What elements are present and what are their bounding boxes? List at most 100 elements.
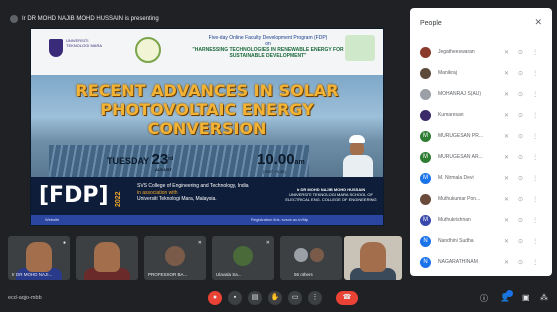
participant-row[interactable]: M M. Nirmala Devi ✕ ⊙ ⋮ [416, 168, 546, 188]
more-icon[interactable]: ⋮ [532, 112, 538, 119]
seal-icon [135, 37, 161, 63]
presenter-school: UNIVERSITI TEKNOLOGI MARA SCHOOL OF ELEC… [285, 192, 377, 202]
presenting-text: Ir DR MOHD NAJIB MOHD HUSSAIN is present… [22, 16, 159, 22]
event-day: TUESDAY [107, 156, 150, 166]
event-month: AUGUST [155, 167, 172, 172]
college-seal-logo [135, 35, 175, 65]
participant-row[interactable]: M MURUGESAN AR... ✕ ⊙ ⋮ [416, 147, 546, 167]
slide-header: UNIVERSITI TEKNOLOGI MARA Five-day Onlin… [31, 29, 383, 75]
participant-row[interactable]: Manikraj ✕ ⊙ ⋮ [416, 63, 546, 83]
chat-icon[interactable]: ▣ [522, 293, 530, 302]
activities-icon[interactable]: ⁂ [540, 293, 548, 302]
end-call-button[interactable]: ☎ [336, 291, 358, 305]
participant-tile[interactable] [344, 236, 402, 280]
pin-icon[interactable]: ⊙ [518, 175, 523, 182]
pin-icon[interactable]: ⊙ [518, 196, 523, 203]
participant-row[interactable]: Jegatheeswaran ✕ ⊙ ⋮ [416, 42, 546, 62]
program-heading: Five-day Online Faculty Development Prog… [183, 35, 353, 59]
mic-icon: ● [62, 240, 66, 246]
avatar: N [420, 235, 431, 247]
mic-toggle-button[interactable]: ● [208, 291, 222, 305]
shared-slide: UNIVERSITI TEKNOLOGI MARA Five-day Onlin… [30, 28, 384, 226]
meeting-controls-bar: ecd-aqjo-mbb ● ▪ ▤ ✋ ▭ ⋮ ☎ ⓘ 👤 ▣ ⁂ [0, 286, 557, 312]
event-date-suffix: rd [168, 156, 174, 162]
event-timezone: (GMT +5.30) [263, 169, 286, 174]
participant-tile[interactable]: ● Ir DR MOHD NAJI... [8, 236, 70, 280]
participant-tile[interactable] [76, 236, 138, 280]
mic-off-icon: ✕ [504, 175, 510, 182]
avatar [420, 46, 431, 58]
participant-row[interactable]: Kumaresan ✕ ⊙ ⋮ [416, 105, 546, 125]
fdp-tag: [FDP] [39, 183, 109, 208]
participant-row[interactable]: M MURUGESAN PR... ✕ ⊙ ⋮ [416, 126, 546, 146]
meeting-code: ecd-aqjo-mbb [8, 295, 42, 301]
presenting-banner: Ir DR MOHD NAJIB MOHD HUSSAIN is present… [10, 12, 402, 26]
participant-name: NAGARATHINAM [438, 259, 478, 265]
mic-off-icon: ✕ [504, 49, 510, 56]
pin-icon[interactable]: ⊙ [518, 238, 523, 245]
pin-icon[interactable]: ⊙ [518, 70, 523, 77]
captions-button[interactable]: ▤ [248, 291, 262, 305]
pin-icon[interactable]: ⊙ [518, 259, 523, 266]
participant-name: Nandhini Sudha [438, 238, 474, 244]
others-count: 56 others [294, 272, 313, 277]
participant-tile[interactable]: ✕ PROFESSOR BA... [144, 236, 206, 280]
others-tile[interactable]: 56 others [280, 236, 342, 280]
participant-name: M. Nirmala Devi [438, 175, 474, 181]
participant-name: Jegatheeswaran [438, 49, 475, 55]
camera-toggle-button[interactable]: ▪ [228, 291, 242, 305]
participant-row[interactable]: M Muthukrishnan ✕ ⊙ ⋮ [416, 210, 546, 230]
close-icon[interactable]: ✕ [534, 17, 542, 28]
avatar [420, 109, 431, 121]
tile-name: Ulavala Sa... [216, 272, 242, 277]
participant-name: Kumaresan [438, 112, 464, 118]
footer-registration: Registration link: svsce.ac.in/fdp [251, 217, 309, 222]
mic-off-icon: ✕ [504, 154, 510, 161]
info-icon[interactable]: ⓘ [480, 293, 488, 304]
more-icon[interactable]: ⋮ [532, 133, 538, 140]
more-icon[interactable]: ⋮ [532, 217, 538, 224]
more-icon[interactable]: ⋮ [532, 70, 538, 77]
mic-off-icon: ✕ [504, 238, 510, 245]
participant-video [360, 242, 386, 272]
people-icon[interactable]: 👤 [500, 290, 513, 302]
participant-name: MOHANRAJ S(AU) [438, 91, 482, 97]
participant-row[interactable]: N Nandhini Sudha ✕ ⊙ ⋮ [416, 231, 546, 251]
more-options-button[interactable]: ⋮ [308, 291, 322, 305]
participant-tile[interactable]: ✕ Ulavala Sa... [212, 236, 274, 280]
more-icon[interactable]: ⋮ [532, 154, 538, 161]
pin-icon[interactable]: ⊙ [518, 217, 523, 224]
mic-off-icon: ✕ [265, 240, 270, 246]
mic-off-icon: ✕ [197, 240, 202, 246]
raise-hand-button[interactable]: ✋ [268, 291, 282, 305]
participant-row[interactable]: Muthukumar Pon... ✕ ⊙ ⋮ [416, 189, 546, 209]
pin-icon[interactable]: ⊙ [518, 91, 523, 98]
participant-video [94, 242, 120, 272]
more-icon[interactable]: ⋮ [532, 259, 538, 266]
college-name: SVS College of Engineering and Technolog… [137, 183, 249, 189]
more-icon[interactable]: ⋮ [532, 238, 538, 245]
pin-icon[interactable]: ⊙ [518, 49, 523, 56]
mic-off-icon: ✕ [504, 259, 510, 266]
participant-row[interactable]: N NAGARATHINAM ✕ ⊙ ⋮ [416, 252, 546, 272]
more-icon[interactable]: ⋮ [532, 196, 538, 203]
more-icon[interactable]: ⋮ [532, 49, 538, 56]
event-time-value: 10.00 [257, 151, 295, 168]
mic-off-icon: ✕ [504, 217, 510, 224]
more-icon[interactable]: ⋮ [532, 175, 538, 182]
participant-row[interactable]: MOHANRAJ S(AU) ✕ ⊙ ⋮ [416, 84, 546, 104]
event-time-suffix: am [294, 159, 305, 166]
pin-icon[interactable]: ⊙ [518, 133, 523, 140]
participant-name: MURUGESAN AR... [438, 154, 483, 160]
slide-footer: Website Registration link: svsce.ac.in/f… [31, 215, 383, 225]
present-button[interactable]: ▭ [288, 291, 302, 305]
more-icon[interactable]: ⋮ [532, 91, 538, 98]
participant-name: Muthukumar Pon... [438, 196, 481, 202]
pin-icon[interactable]: ⊙ [518, 112, 523, 119]
presenter-avatar [10, 15, 18, 23]
event-date: TUESDAY 23rd AUGUST [107, 151, 174, 172]
mic-off-icon: ✕ [504, 70, 510, 77]
pin-icon[interactable]: ⊙ [518, 154, 523, 161]
people-panel-title: People [420, 20, 442, 27]
tile-name: PROFESSOR BA... [148, 272, 188, 277]
